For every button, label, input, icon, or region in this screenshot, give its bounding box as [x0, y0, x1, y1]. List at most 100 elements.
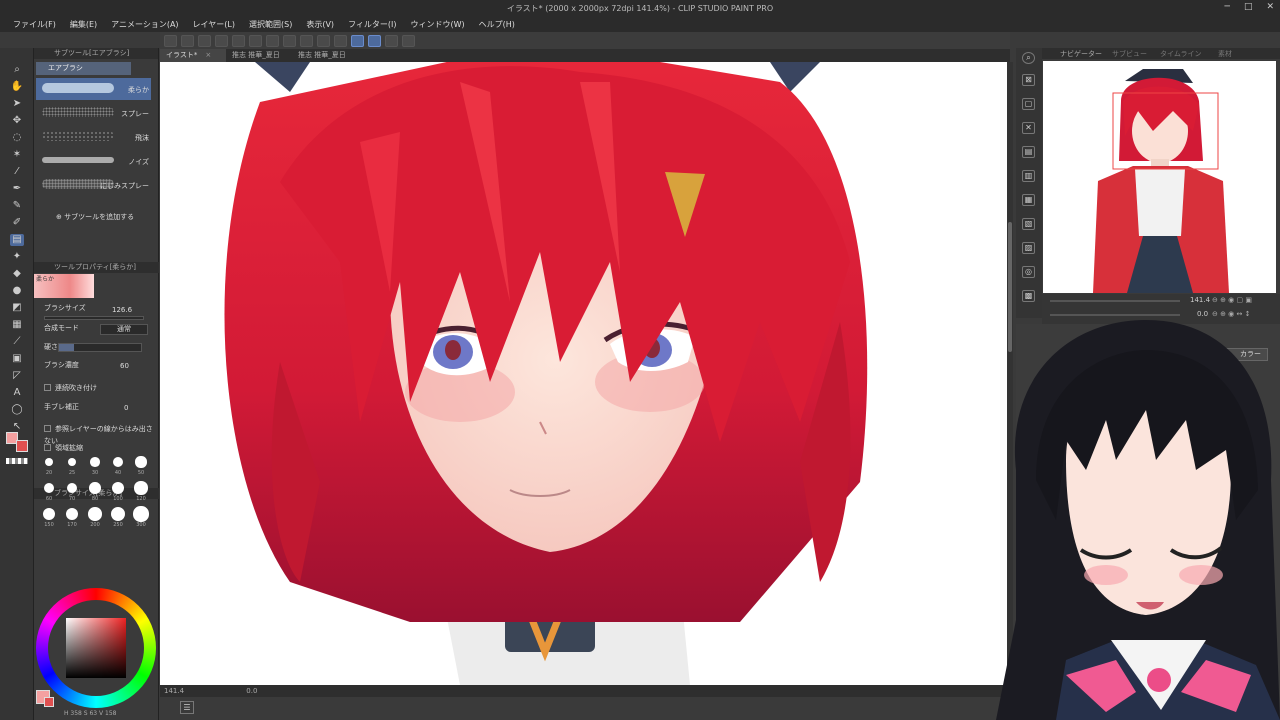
move-tool-icon[interactable]: ✥ — [10, 115, 24, 127]
menu-filter[interactable]: フィルター(I) — [348, 19, 396, 30]
brush-size-value[interactable]: 126.6 — [112, 304, 132, 316]
drawing-canvas[interactable] — [160, 62, 1007, 685]
brush-splash[interactable]: 飛沫 — [36, 126, 151, 148]
operation-tool-icon[interactable]: ➤ — [10, 98, 24, 110]
figure-tool-icon[interactable]: ⟋ — [10, 336, 24, 348]
blend-tool-icon[interactable]: ● — [10, 285, 24, 297]
balloon-tool-icon[interactable]: ◯ — [10, 404, 24, 416]
add-subtool-button[interactable]: ⊕ サブツールを追加する — [56, 212, 134, 222]
save-icon[interactable] — [198, 34, 211, 47]
menu-selection[interactable]: 選択範囲(S) — [249, 19, 292, 30]
tab-navigator[interactable]: ナビゲーター — [1060, 49, 1102, 59]
close-tab-icon[interactable]: × — [205, 51, 211, 59]
transparent-color-swatch[interactable] — [6, 458, 28, 464]
eraser-tool-icon[interactable]: ◆ — [10, 268, 24, 280]
brush-spray[interactable]: スプレー — [36, 102, 151, 124]
menu-help[interactable]: ヘルプ(H) — [479, 19, 515, 30]
brush-density-value[interactable]: 60 — [120, 360, 129, 372]
tab-material[interactable]: 素材 — [1218, 49, 1232, 59]
pencil-tool-icon[interactable]: ✎ — [10, 200, 24, 212]
navigator-angle-value[interactable]: 0.0 — [1197, 310, 1208, 318]
navigator-zoom-value[interactable]: 141.4 — [1190, 296, 1210, 304]
new-file-icon[interactable] — [164, 34, 177, 47]
transform-icon[interactable] — [300, 34, 313, 47]
tab-illust[interactable]: イラスト* × — [160, 49, 226, 62]
eyedropper-icon[interactable]: ⁄ — [10, 166, 24, 178]
tab-subview[interactable]: サブビュー — [1112, 49, 1147, 59]
hand-tool-icon[interactable]: ✋ — [10, 81, 24, 93]
undo-icon[interactable] — [232, 34, 245, 47]
text-tool-icon[interactable]: A — [10, 387, 24, 399]
brush-size-preset[interactable] — [90, 457, 100, 467]
rotate-slider[interactable] — [1050, 314, 1180, 316]
panel-sub-color[interactable] — [44, 697, 54, 707]
fill-icon[interactable] — [283, 34, 296, 47]
export-icon[interactable] — [215, 34, 228, 47]
zoom-buttons-icon[interactable]: ⊖ ⊕ ◉ ▢ ▣ — [1212, 296, 1252, 304]
brush-size-preset[interactable] — [135, 456, 147, 468]
grid-snap-icon[interactable] — [385, 34, 398, 47]
settings-icon[interactable] — [402, 34, 415, 47]
zoom-slider[interactable] — [1050, 300, 1180, 302]
ref-layer-checkbox[interactable]: 参照レイヤーの線からはみ出さない — [44, 423, 159, 445]
brush-size-preset[interactable] — [133, 506, 149, 522]
brush-size-slider[interactable] — [44, 316, 144, 320]
brush-size-preset[interactable] — [45, 458, 53, 466]
brush-size-preset[interactable] — [44, 483, 54, 493]
brush-noise[interactable]: ノイズ — [36, 150, 151, 172]
snap-icon[interactable] — [351, 34, 364, 47]
search-icon[interactable]: ⌕ — [1022, 52, 1035, 64]
pen-tool-icon[interactable]: ✒ — [10, 183, 24, 195]
brush-size-preset[interactable] — [134, 481, 148, 495]
subtool-group-tab[interactable]: エアブラシ — [36, 62, 131, 75]
area-scaling-checkbox[interactable]: 領域拡縮 — [44, 442, 83, 454]
open-file-icon[interactable] — [181, 34, 194, 47]
menu-edit[interactable]: 編集(E) — [70, 19, 97, 30]
rotate-buttons-icon[interactable]: ⊖ ⊕ ◉ ↔ ↕ — [1212, 310, 1250, 318]
color-set-icon[interactable]: ▩ — [1022, 290, 1035, 302]
subview-icon[interactable]: ▢ — [1022, 98, 1035, 110]
history-icon[interactable]: ▦ — [1022, 194, 1035, 206]
menu-window[interactable]: ウィンドウ(W) — [411, 19, 465, 30]
menu-file[interactable]: ファイル(F) — [13, 19, 56, 30]
navigator-icon[interactable]: ⊠ — [1022, 74, 1035, 86]
close-panel-icon[interactable]: ✕ — [1022, 122, 1035, 134]
angle-readout[interactable]: 0.0 — [246, 687, 257, 695]
navigator-preview[interactable] — [1043, 61, 1276, 293]
continuous-spray-checkbox[interactable]: 連続吹き付け — [44, 382, 97, 394]
material-icon[interactable]: ▤ — [1022, 146, 1035, 158]
redo-icon[interactable] — [249, 34, 262, 47]
auto-action-icon[interactable]: ▧ — [1022, 218, 1035, 230]
stabilizer-value[interactable]: 0 — [124, 402, 128, 414]
lasso-tool-icon[interactable]: ◌ — [10, 132, 24, 144]
brush-size-preset[interactable] — [88, 507, 102, 521]
hardness-slider[interactable] — [58, 343, 142, 352]
magic-wand-icon[interactable]: ✶ — [10, 149, 24, 161]
decoration-tool-icon[interactable]: ✦ — [10, 251, 24, 263]
zoom-readout[interactable]: 141.4 — [164, 687, 184, 695]
page-manage-icon[interactable]: ☰ — [180, 701, 194, 714]
maximize-button[interactable]: □ — [1244, 2, 1253, 12]
menu-animation[interactable]: アニメーション(A) — [111, 19, 178, 30]
brush-blur-spray[interactable]: にじみスプレー — [36, 174, 151, 196]
brush-tool-icon[interactable]: ✐ — [10, 217, 24, 229]
tab-timeline[interactable]: タイムライン — [1160, 49, 1202, 59]
saturation-value-square[interactable] — [66, 618, 126, 678]
ruler-tool-icon[interactable]: ◸ — [10, 370, 24, 382]
deselect-icon[interactable] — [317, 34, 330, 47]
sub-color-swatch[interactable] — [16, 440, 28, 452]
minimize-button[interactable]: ─ — [1225, 2, 1230, 12]
close-button[interactable]: ✕ — [1266, 2, 1274, 12]
frame-tool-icon[interactable]: ▣ — [10, 353, 24, 365]
airbrush-tool-icon[interactable]: ▤ — [10, 234, 24, 246]
item-bank-icon[interactable]: ▨ — [1022, 242, 1035, 254]
layer-property-icon[interactable]: ▥ — [1022, 170, 1035, 182]
invert-selection-icon[interactable] — [334, 34, 347, 47]
brush-size-preset[interactable] — [43, 508, 55, 520]
menu-view[interactable]: 表示(V) — [306, 19, 334, 30]
clear-icon[interactable] — [266, 34, 279, 47]
ruler-snap-icon[interactable] — [368, 34, 381, 47]
color-history-icon[interactable]: ◎ — [1022, 266, 1035, 278]
blend-mode-select[interactable]: 通常 — [100, 324, 148, 335]
brush-size-preset[interactable] — [89, 482, 101, 494]
